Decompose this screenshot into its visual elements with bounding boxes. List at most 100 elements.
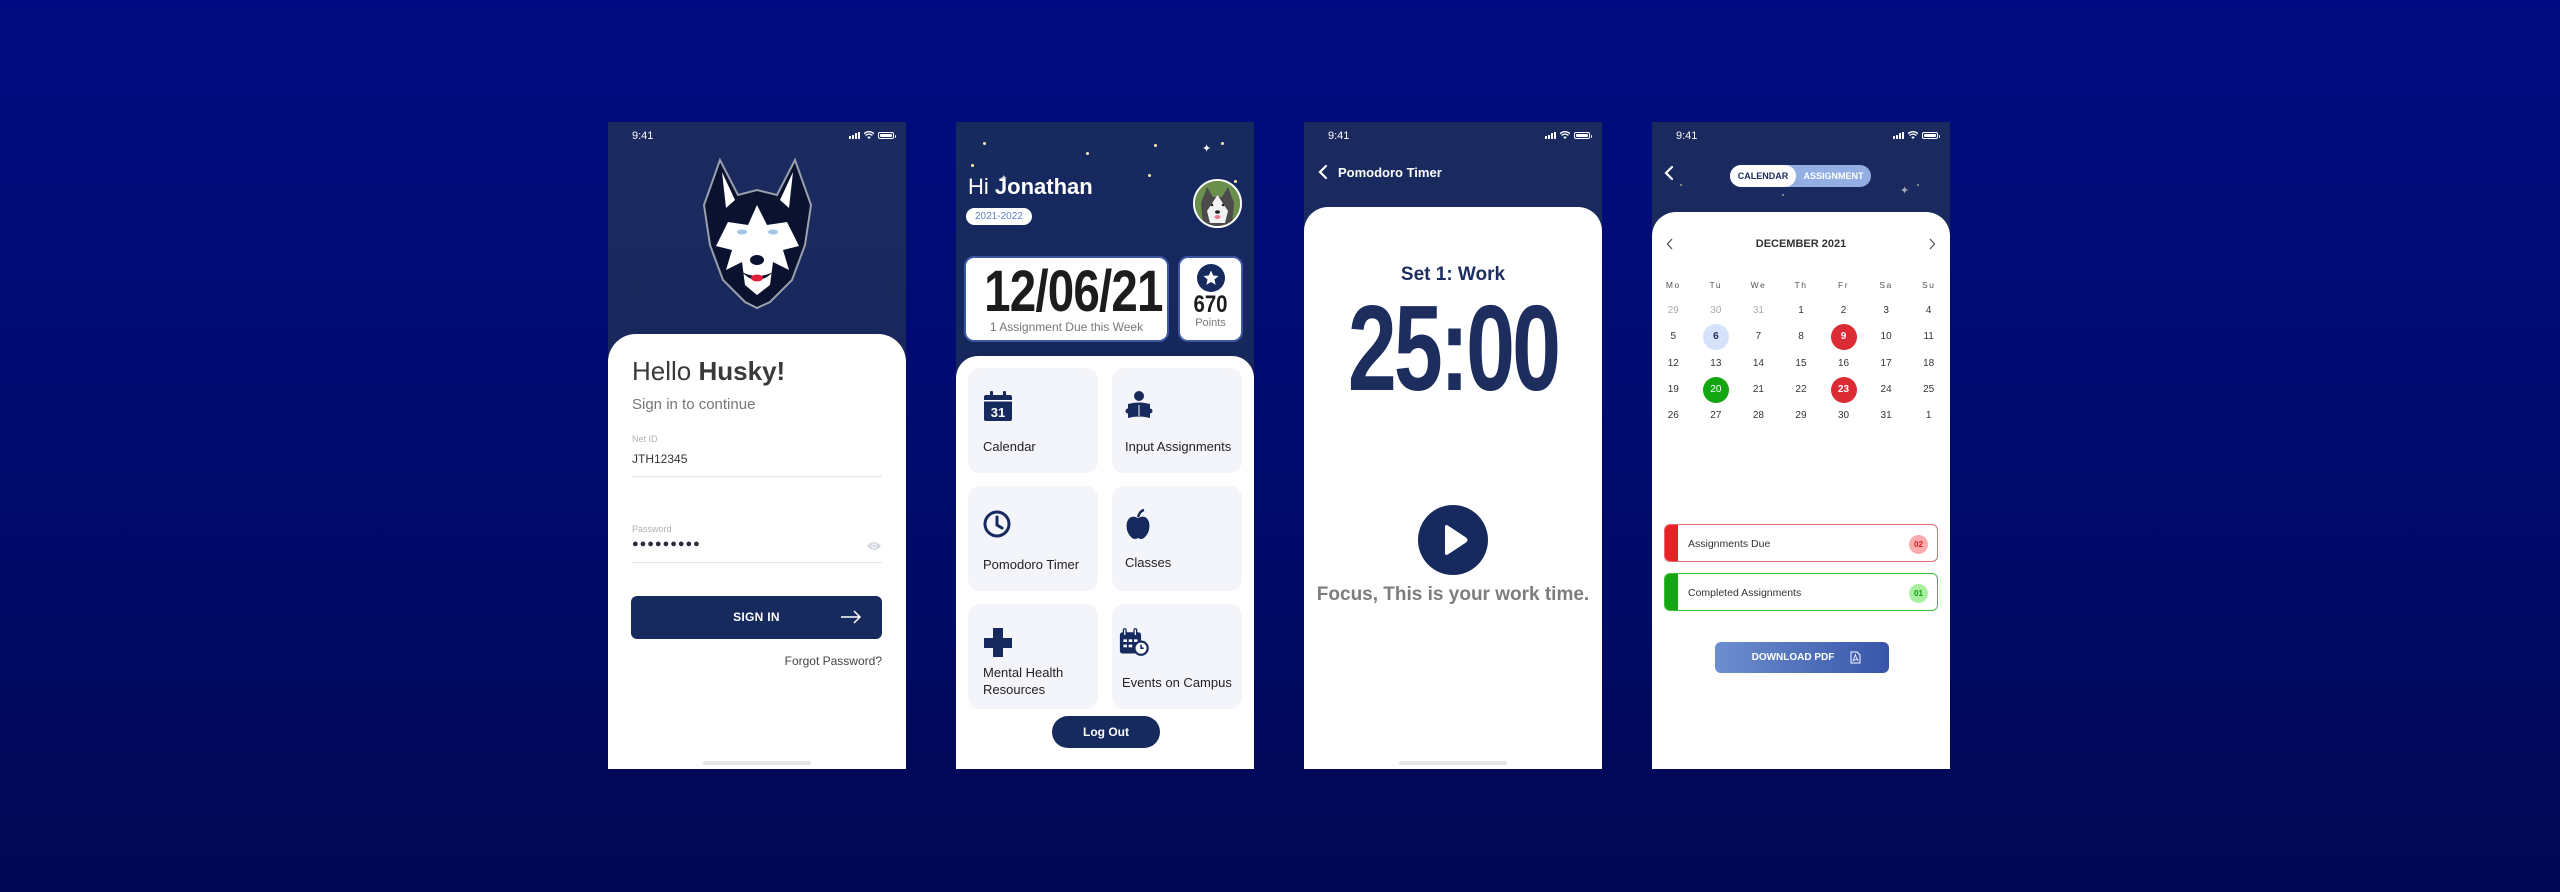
day-number: 7 xyxy=(1755,331,1762,342)
calendar-day[interactable]: 17 xyxy=(1865,351,1908,377)
calendar-day[interactable]: 13 xyxy=(1695,351,1738,377)
calendar-day[interactable]: 21 xyxy=(1737,377,1780,403)
day-number: 6 xyxy=(1713,331,1719,342)
sparkle-icon: ✦ xyxy=(1900,185,1910,197)
calendar-day[interactable]: 31 xyxy=(1737,298,1780,324)
show-password-icon[interactable] xyxy=(866,540,882,552)
calendar-day[interactable]: 8 xyxy=(1780,324,1823,350)
calendar-screen: 9:41 ✦ CALENDAR ASSIGNMENT DECEMBER 2021… xyxy=(1652,122,1950,769)
calendar-week-row: 19 20 21 22 23 24 25 xyxy=(1652,377,1950,403)
calendar-day[interactable]: 15 xyxy=(1780,351,1823,377)
status-time: 9:41 xyxy=(1676,130,1698,142)
month-header: DECEMBER 2021 xyxy=(1652,234,1950,254)
day-number: 31 xyxy=(1752,305,1764,316)
tile-calendar[interactable]: 31 Calendar xyxy=(968,368,1098,473)
day-number: 11 xyxy=(1923,331,1934,342)
calendar-day[interactable]: 29 xyxy=(1652,298,1695,324)
login-subtitle: Sign in to continue xyxy=(632,396,756,413)
reading-person-icon xyxy=(1125,391,1153,418)
timer-display: 25:00 xyxy=(1347,280,1561,416)
next-month-icon[interactable] xyxy=(1928,238,1936,250)
pdf-file-icon xyxy=(1850,651,1861,664)
calendar-day[interactable]: 30 xyxy=(1695,298,1738,324)
day-number: 9 xyxy=(1840,331,1847,342)
tab-calendar[interactable]: CALENDAR xyxy=(1730,165,1796,187)
back-chevron-icon[interactable] xyxy=(1664,165,1674,181)
password-field[interactable]: ●●●●●●●●● xyxy=(632,538,701,550)
calendar-day[interactable]: 30 xyxy=(1822,403,1865,429)
calendar-day[interactable]: 10 xyxy=(1865,324,1908,350)
download-pdf-button[interactable]: DOWNLOAD PDF xyxy=(1715,642,1889,673)
day-number: 20 xyxy=(1710,384,1722,395)
medical-cross-icon xyxy=(984,628,1012,657)
day-number: 30 xyxy=(1710,305,1722,316)
back-chevron-icon[interactable] xyxy=(1318,164,1328,180)
calendar-day[interactable]: 4 xyxy=(1907,298,1950,324)
day-number: 26 xyxy=(1667,410,1679,421)
day-number: 1 xyxy=(1798,305,1804,316)
due-color-bar xyxy=(1665,525,1678,561)
play-button[interactable] xyxy=(1418,505,1488,575)
day-number: 5 xyxy=(1670,331,1677,342)
calendar-day[interactable]: 9 xyxy=(1822,324,1865,350)
calendar-day[interactable]: 14 xyxy=(1737,351,1780,377)
password-label: Password xyxy=(632,524,672,534)
avatar[interactable] xyxy=(1193,179,1242,228)
calendar-day[interactable]: 5 xyxy=(1652,324,1695,350)
home-screen: ✦ ✦ Hi Jonathan 2021-2022 12/06/21 1 Ass… xyxy=(956,122,1254,769)
calendar-day[interactable]: 12 xyxy=(1652,351,1695,377)
day-number: 29 xyxy=(1795,410,1807,421)
calendar-day[interactable]: 2 xyxy=(1822,298,1865,324)
focus-message: Focus, This is your work time. xyxy=(1316,584,1590,605)
calendar-day[interactable]: 24 xyxy=(1865,377,1908,403)
calendar-day[interactable]: 7 xyxy=(1737,324,1780,350)
tile-input-assignments[interactable]: Input Assignments xyxy=(1112,368,1242,473)
day-number: 29 xyxy=(1667,305,1679,316)
tile-pomodoro-timer[interactable]: Pomodoro Timer xyxy=(968,486,1098,591)
calendar-week-row: 12 13 14 15 16 17 18 xyxy=(1652,351,1950,377)
calendar-day[interactable]: 1 xyxy=(1780,298,1823,324)
calendar-day[interactable]: 28 xyxy=(1737,403,1780,429)
pomodoro-screen: 9:41 Pomodoro Timer Set 1: Work 25:00 Fo… xyxy=(1304,122,1602,769)
calendar-day[interactable]: 18 xyxy=(1907,351,1950,377)
assignments-due-row[interactable]: Assignments Due 02 xyxy=(1664,524,1938,562)
netid-field[interactable]: JTH12345 xyxy=(632,452,687,466)
calendar-day[interactable]: 1 xyxy=(1907,403,1950,429)
calendar-icon: 31 xyxy=(984,391,1012,421)
calendar-card: DECEMBER 2021 Mo Tu We Th Fr Sa Su 29 30 31 1 2 3 4 5… xyxy=(1652,212,1950,769)
home-indicator xyxy=(1399,761,1507,765)
calendar-day[interactable]: 26 xyxy=(1652,403,1695,429)
academic-year-badge[interactable]: 2021-2022 xyxy=(966,208,1032,225)
completed-assignments-row[interactable]: Completed Assignments 01 xyxy=(1664,573,1938,611)
calendar-day[interactable]: 29 xyxy=(1780,403,1823,429)
tile-mental-health-resources[interactable]: Mental Health Resources xyxy=(968,604,1098,709)
forgot-password-link[interactable]: Forgot Password? xyxy=(785,654,882,668)
calendar-day[interactable]: 16 xyxy=(1822,351,1865,377)
calendar-day[interactable]: 11 xyxy=(1907,324,1950,350)
log-out-button[interactable]: Log Out xyxy=(1052,716,1160,748)
calendar-day[interactable]: 20 xyxy=(1695,377,1738,403)
day-number: 21 xyxy=(1752,384,1764,395)
calendar-day[interactable]: 23 xyxy=(1822,377,1865,403)
calendar-day[interactable]: 27 xyxy=(1695,403,1738,429)
completed-assignments-label: Completed Assignments xyxy=(1688,587,1802,599)
tab-assignment[interactable]: ASSIGNMENT xyxy=(1796,165,1871,187)
tile-classes[interactable]: Classes xyxy=(1112,486,1242,591)
tile-events-on-campus[interactable]: Events on Campus xyxy=(1112,604,1242,709)
status-bar: 9:41 xyxy=(608,122,906,146)
current-date: 12/06/21 xyxy=(984,259,1163,324)
calendar-day[interactable]: 19 xyxy=(1652,377,1695,403)
day-number: 25 xyxy=(1923,384,1935,395)
calendar-day[interactable]: 6 xyxy=(1695,324,1738,350)
calendar-week-row: 29 30 31 1 2 3 4 xyxy=(1652,298,1950,324)
calendar-day[interactable]: 31 xyxy=(1865,403,1908,429)
calendar-day[interactable]: 25 xyxy=(1907,377,1950,403)
calendar-day[interactable]: 3 xyxy=(1865,298,1908,324)
login-card: Hello Husky! Sign in to continue Net ID … xyxy=(608,334,906,769)
day-number: 31 xyxy=(1880,410,1892,421)
day-number: 12 xyxy=(1667,358,1679,369)
sign-in-button[interactable]: SIGN IN xyxy=(631,596,882,639)
home-indicator xyxy=(703,761,811,765)
wifi-icon xyxy=(864,131,874,139)
calendar-day[interactable]: 22 xyxy=(1780,377,1823,403)
